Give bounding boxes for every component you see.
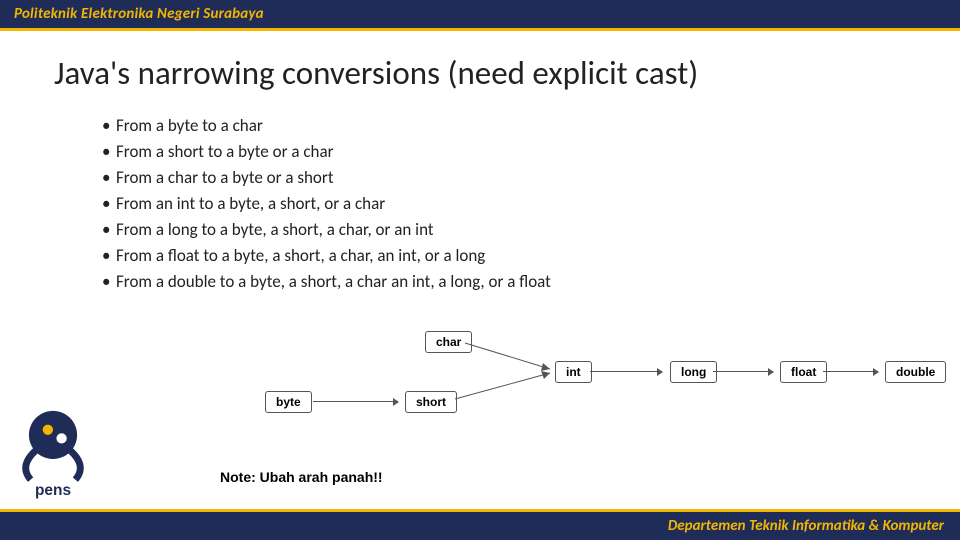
node-byte: byte <box>265 391 312 413</box>
bullet-item: From an int to a byte, a short, or a cha… <box>102 193 960 216</box>
node-double: double <box>885 361 946 383</box>
bullet-item: From a double to a byte, a short, a char… <box>102 271 960 294</box>
type-conversion-diagram: char byte short int long float double <box>265 321 925 431</box>
bullet-item: From a long to a byte, a short, a char, … <box>102 219 960 242</box>
bullet-item: From a float to a byte, a short, a char,… <box>102 245 960 268</box>
slide-body: Java's narrowing conversions (need expli… <box>0 31 960 509</box>
node-short: short <box>405 391 457 413</box>
bullet-item: From a byte to a char <box>102 115 960 138</box>
header-bar: Politeknik Elektronika Negeri Surabaya <box>0 0 960 28</box>
arrow-long-float <box>713 371 773 372</box>
note-text: Note: Ubah arah panah!! <box>220 469 383 485</box>
department-name: Departemen Teknik Informatika & Komputer <box>668 517 944 535</box>
arrow-int-long <box>590 371 662 372</box>
bullet-list: From a byte to a char From a short to a … <box>0 101 960 294</box>
arrow-float-double <box>823 371 878 372</box>
node-long: long <box>670 361 717 383</box>
arrow-short-int <box>455 369 565 409</box>
node-float: float <box>780 361 827 383</box>
footer-bar: Departemen Teknik Informatika & Komputer <box>0 512 960 540</box>
bullet-item: From a char to a byte or a short <box>102 167 960 190</box>
pens-logo-icon: pens <box>10 405 96 501</box>
institution-name: Politeknik Elektronika Negeri Surabaya <box>14 5 264 23</box>
slide-title: Java's narrowing conversions (need expli… <box>0 31 960 101</box>
bullet-item: From a short to a byte or a char <box>102 141 960 164</box>
svg-text:pens: pens <box>35 482 71 499</box>
arrow-byte-short <box>313 401 398 402</box>
